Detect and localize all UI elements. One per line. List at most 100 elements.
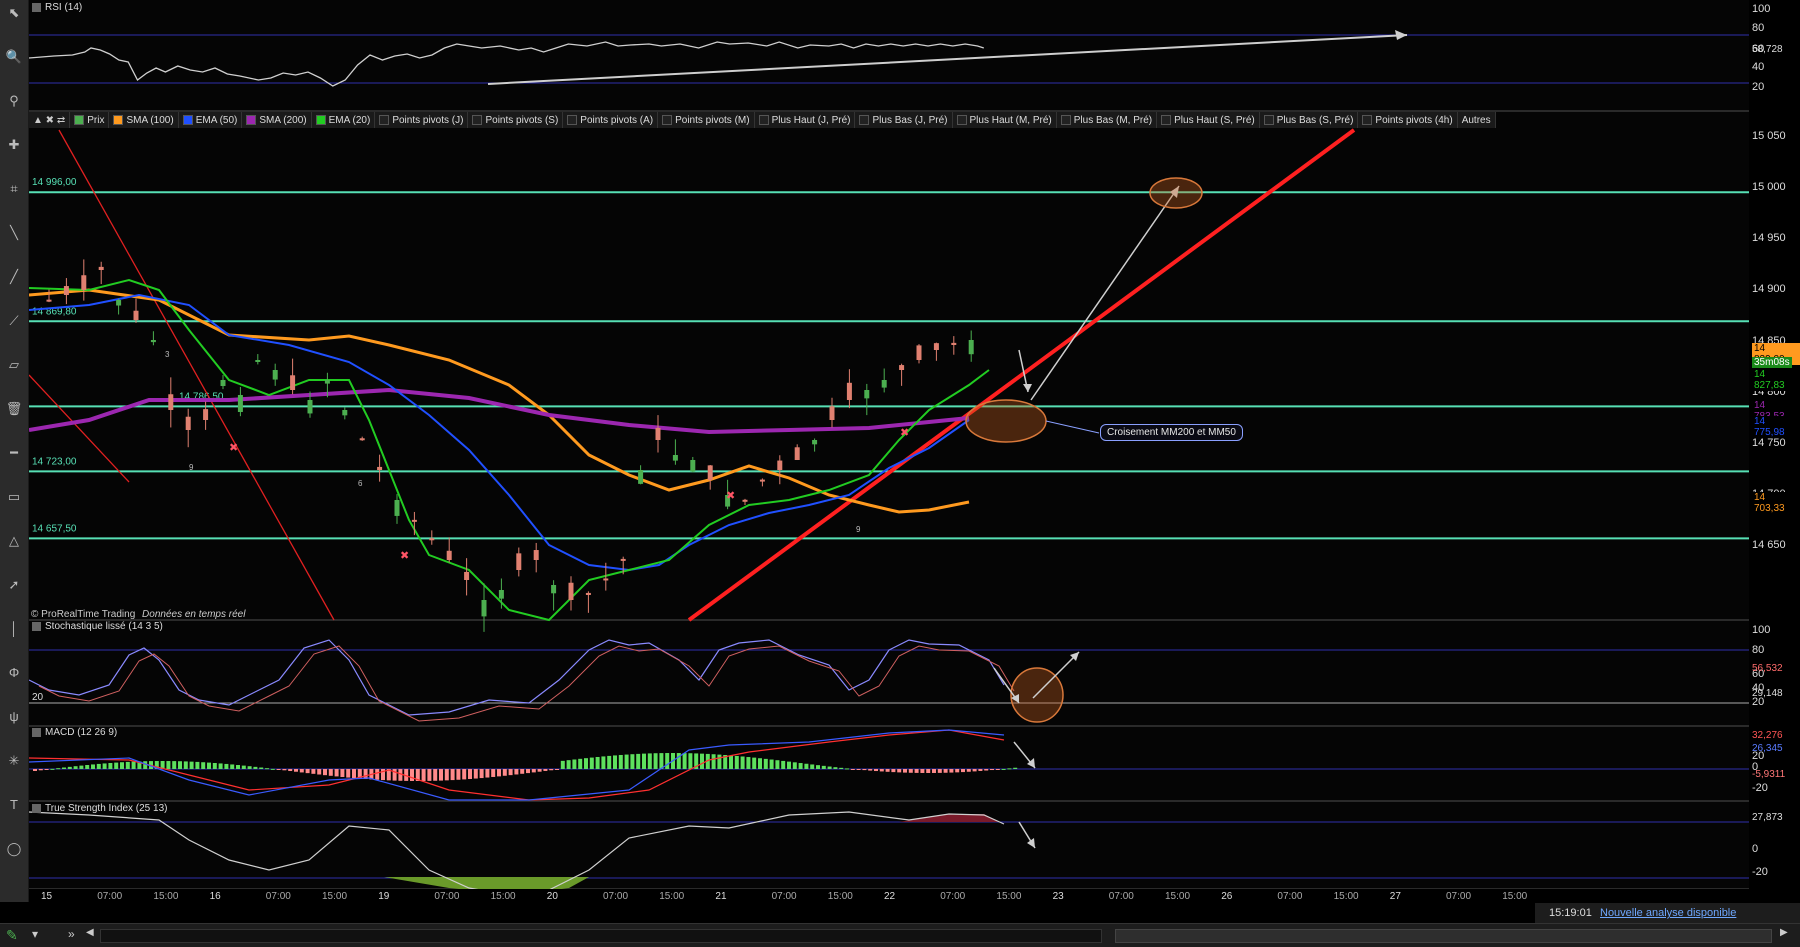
macd-histogram-bar xyxy=(96,763,101,769)
candle-body xyxy=(116,300,122,306)
series-toggle[interactable]: Points pivots (S) xyxy=(468,112,564,128)
trash-icon[interactable]: 🗑 xyxy=(4,400,24,418)
time-axis-label: 07:00 xyxy=(434,891,459,902)
series-toggle[interactable]: EMA (50) xyxy=(179,112,243,128)
double-chevron-right-icon[interactable]: » xyxy=(68,927,75,941)
macd-histogram-bar xyxy=(410,769,414,781)
ellipse-icon[interactable]: ◯ xyxy=(4,840,24,858)
series-toggle[interactable]: Prix xyxy=(70,112,110,128)
series-toggle[interactable]: Plus Bas (M, Pré) xyxy=(1057,112,1158,128)
indicator-icon xyxy=(32,728,41,737)
candle-body xyxy=(672,455,678,461)
macd-histogram-bar xyxy=(259,767,264,769)
clock-text: 15:19:01 xyxy=(1549,907,1592,919)
chart-canvas[interactable]: 14 996,0014 869,8014 786,5014 723,0014 6… xyxy=(29,0,1749,902)
crosshair-icon[interactable]: ✚ xyxy=(4,136,24,154)
chart-tool-buttons[interactable]: ▲ ✖ ⇄ xyxy=(29,112,71,128)
macd-title-text: MACD (12 26 9) xyxy=(45,727,118,738)
series-color-swatch xyxy=(246,115,257,125)
macd-histogram-bar xyxy=(178,761,182,769)
measure-icon[interactable]: ⌗ xyxy=(4,180,24,198)
series-toggle[interactable]: Plus Haut (S, Pré) xyxy=(1157,112,1260,128)
macd-histogram-bar xyxy=(781,760,786,769)
gann-icon[interactable]: ✳ xyxy=(4,752,24,770)
stoch-value-tag: 56,532 xyxy=(1752,663,1783,674)
macd-histogram-bar xyxy=(56,768,61,770)
series-toggle[interactable]: Plus Haut (M, Pré) xyxy=(953,112,1057,128)
macd-histogram-bar xyxy=(421,769,426,781)
scrollbar-track[interactable] xyxy=(100,929,1102,943)
candle-body xyxy=(81,275,87,290)
rsi-line xyxy=(29,41,984,87)
chevron-down-icon[interactable]: ▾ xyxy=(32,927,38,941)
series-toggle[interactable]: SMA (200) xyxy=(242,112,312,128)
candle-body xyxy=(968,340,974,355)
time-axis-label: 15:00 xyxy=(828,891,853,902)
scrollbar-thumb[interactable] xyxy=(1115,929,1772,943)
rectangle-icon[interactable]: ▭ xyxy=(4,488,24,506)
series-toggle[interactable]: Points pivots (A) xyxy=(563,112,659,128)
stoch-level-label: 20 xyxy=(32,692,44,703)
arrow-head-icon xyxy=(1027,838,1035,848)
macd-histogram-bar xyxy=(682,753,687,769)
candle-body xyxy=(864,390,870,399)
vertical-line-icon[interactable]: │ xyxy=(4,620,24,638)
macd-histogram-bar xyxy=(439,769,443,781)
series-toggle[interactable]: Plus Haut (J, Pré) xyxy=(755,112,856,128)
time-axis-label: 07:00 xyxy=(772,891,797,902)
rsi-axis-label: 40 xyxy=(1752,61,1765,73)
scroll-right-icon[interactable]: ▶ xyxy=(1780,927,1788,938)
channel-icon[interactable]: ▱ xyxy=(4,356,24,374)
ray-icon[interactable]: ⟋ xyxy=(4,312,24,330)
series-color-swatch xyxy=(379,115,390,125)
series-color-swatch xyxy=(113,115,124,125)
cursor-icon[interactable]: ⬉ xyxy=(4,4,24,22)
scroll-left-icon[interactable]: ◀ xyxy=(86,927,94,938)
series-color-swatch xyxy=(472,115,483,125)
macd-histogram-bar xyxy=(653,753,658,769)
time-axis-label: 22 xyxy=(884,891,896,902)
series-toggle[interactable]: Points pivots (4h) xyxy=(1358,112,1458,128)
pitchfork-icon[interactable]: ψ xyxy=(4,708,24,726)
count-mark: 9 xyxy=(189,463,194,472)
trend-line-icon[interactable]: ╱ xyxy=(4,268,24,286)
tsi-panel-title: True Strength Index (25 13) xyxy=(32,803,167,814)
series-toggle[interactable]: EMA (20) xyxy=(312,112,376,128)
candle-body xyxy=(585,592,591,595)
new-analysis-link[interactable]: Nouvelle analyse disponible xyxy=(1600,907,1736,919)
macd-histogram-bar xyxy=(746,757,751,769)
macd-histogram-bar xyxy=(44,769,49,770)
candle-body xyxy=(46,299,52,302)
horizontal-line-icon[interactable]: ━ xyxy=(4,444,24,462)
chart-area[interactable]: 14 996,00 14 869,80 14 786,50 14 723,00 14 6… xyxy=(29,0,1749,902)
macd-histogram-bar xyxy=(595,756,600,769)
series-label: EMA (50) xyxy=(195,114,238,126)
series-color-swatch xyxy=(758,115,769,125)
fib-icon[interactable]: Φ xyxy=(4,664,24,682)
zoom-icon[interactable]: 🔍 xyxy=(4,48,24,66)
arrow-icon[interactable]: ➚ xyxy=(4,576,24,594)
macd-histogram-bar xyxy=(792,762,797,769)
price-tag: 35m08s xyxy=(1752,357,1792,368)
pen-icon[interactable]: ✎ xyxy=(6,927,18,944)
series-toggle[interactable]: SMA (100) xyxy=(109,112,179,128)
series-toggle[interactable]: Plus Bas (S, Pré) xyxy=(1260,112,1359,128)
triangle-icon[interactable]: △ xyxy=(4,532,24,550)
macd-histogram-bar xyxy=(798,763,803,769)
series-color-swatch xyxy=(1060,115,1071,125)
magnet-icon[interactable]: ⚲ xyxy=(4,92,24,110)
macd-histogram-bar xyxy=(183,761,188,769)
price-axis-label: 15 050 xyxy=(1752,130,1786,142)
series-toggle[interactable]: Points pivots (M) xyxy=(658,112,755,128)
line-icon[interactable]: ╲ xyxy=(4,224,24,242)
count-mark: 6 xyxy=(358,479,363,488)
series-toggle[interactable]: Points pivots (J) xyxy=(375,112,469,128)
macd-axis-label: 0 xyxy=(1752,761,1759,773)
tsi-title-text: True Strength Index (25 13) xyxy=(45,803,168,814)
more-series-button[interactable]: Autres xyxy=(1458,112,1496,128)
series-toggle[interactable]: Plus Bas (J, Pré) xyxy=(855,112,953,128)
macd-histogram-bar xyxy=(752,757,757,769)
series-label: Plus Haut (S, Pré) xyxy=(1174,114,1255,126)
series-label: Plus Haut (J, Pré) xyxy=(771,114,851,126)
text-icon[interactable]: T xyxy=(4,796,24,814)
